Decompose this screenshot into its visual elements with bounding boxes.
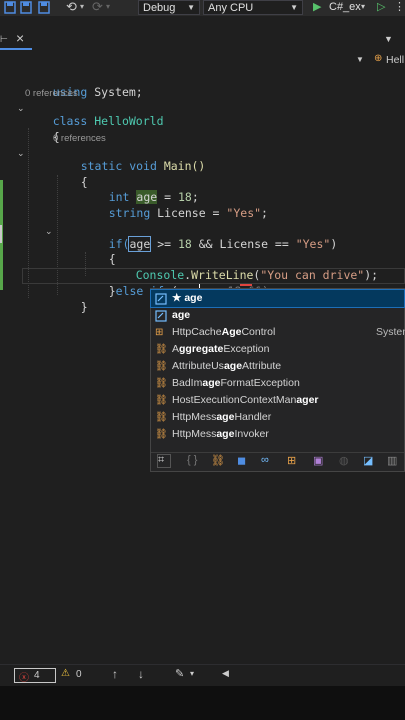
screen-bottom-area [0,686,405,720]
document-tab-strip: ⊢ × ▼ [0,16,405,51]
completion-filter-bar: ⌗ { } ⛓ ◼ ∞ ⊞ ▣ ◍ ◪ ▥ [151,452,404,472]
warning-icon[interactable]: ⚠ [61,668,70,679]
completion-item-namespace: Systen [376,326,405,338]
class-selector[interactable]: Hell [386,54,404,66]
platform-value: Any CPU [208,2,254,14]
tab-pin-icon[interactable]: ⊢ [0,34,8,45]
save-copy-icon[interactable] [38,1,50,14]
completion-item-age[interactable]: age [151,307,404,324]
scroll-left-icon[interactable]: ◀ [222,668,229,679]
struct-filter-icon[interactable]: ◼ [237,454,249,467]
completion-item[interactable]: ⛓ AttributeUsageAttribute [151,358,404,375]
save-all-icon[interactable] [20,1,32,14]
delegate-filter-icon[interactable]: ∞ [261,454,273,466]
completion-item[interactable]: ⛓ HttpMessageHandler [151,409,404,426]
class-icon: ⊕ [374,53,383,64]
completion-item-label: age [172,309,191,321]
undo-icon[interactable]: ⟲ [66,0,77,15]
code-line: } [80,300,88,314]
class-icon: ⛓ [155,395,168,406]
next-issue-icon[interactable]: ↓ [138,667,144,681]
completion-item-starred-age[interactable]: ★ age [150,289,405,308]
error-icon: ⓧ [19,673,29,684]
local-variable-icon [155,293,167,305]
start-without-debugging-icon[interactable]: ▷ [377,0,385,13]
chevron-down-icon: ▼ [290,3,298,12]
class-icon: ⛓ [155,412,168,423]
redo-icon[interactable]: ⟳ [92,0,103,15]
completion-item[interactable]: ⛓ AggregateException [151,341,404,358]
class-filter-icon[interactable]: ⛓ [211,454,225,467]
code-lens-references[interactable]: 0 references [25,88,78,99]
solution-config-value: Debug [143,2,176,14]
tab-list-dropdown-icon[interactable]: ▼ [384,34,393,44]
solution-config-select[interactable]: Debug ▼ [138,0,200,15]
error-squiggle [240,284,252,286]
class-icon: ⛓ [155,344,168,355]
undo-dropdown-icon[interactable]: ▾ [80,2,84,11]
interface-filter-icon[interactable]: ◍ [339,454,351,467]
class-icon: ⛓ [155,429,168,440]
chevron-down-icon: ▼ [187,3,195,12]
fold-toggle-icon[interactable]: ⌄ [17,148,25,159]
play-icon: ▶ [313,1,322,13]
save-icon[interactable] [4,1,16,14]
main-toolbar: ⟲ ▾ ⟳ ▾ Debug ▼ Any CPU ▼ ▶ C#_ex ▾ ▷ ⋮ [0,0,405,16]
start-target-label: C#_ex [329,1,361,13]
intellisense-completion-list[interactable]: ★ age age ⊞ HttpCacheAgeControl Systen ⛓… [150,288,405,472]
local-filter-icon[interactable]: ◪ [363,454,375,467]
error-count-button[interactable]: ⓧ 4 [14,668,56,684]
completion-item[interactable]: ⛓ HostExecutionContextManager [151,392,404,409]
enum-icon: ⊞ [155,327,164,338]
redo-dropdown-icon[interactable]: ▾ [106,2,110,11]
expand-filter-icon[interactable]: ⌗ [157,454,171,468]
fold-toggle-icon[interactable]: ⌄ [17,103,25,114]
module-filter-icon[interactable]: ▣ [313,454,325,467]
warning-count[interactable]: 0 [76,669,82,680]
editor-status-bar: ⓧ 4 ⚠ 0 ↑ ↓ ✎ ▾ ◀ [0,664,405,687]
completion-item[interactable]: ⛓ BadImageFormatException [151,375,404,392]
navigation-bar: ▼ ⊕ Hell [0,50,405,71]
class-icon: ⛓ [155,378,168,389]
member-dropdown-icon[interactable]: ▼ [356,55,364,64]
chevron-down-icon[interactable]: ▾ [190,669,194,678]
error-count: 4 [34,670,40,681]
toolbar-overflow-icon[interactable]: ⋮ [394,0,405,13]
enum-filter-icon[interactable]: ⊞ [287,454,299,467]
completion-item[interactable]: ⊞ HttpCacheAgeControl Systen [151,324,405,341]
start-button[interactable]: ▶ C#_ex ▾ [311,0,371,15]
class-icon: ⛓ [155,361,168,372]
namespace-filter-icon[interactable]: { } [187,454,199,466]
completion-item[interactable]: ⛓ HttpMessageInvoker [151,426,404,443]
fold-toggle-icon[interactable]: ⌄ [45,226,53,237]
code-cleanup-icon[interactable]: ✎ [175,667,184,680]
previous-issue-icon[interactable]: ↑ [112,667,118,681]
keyword-filter-icon[interactable]: ▥ [387,454,399,467]
code-lens-references[interactable]: 0 references [53,133,106,144]
completion-item-label: ★ age [172,292,203,304]
change-indicator [0,225,2,243]
platform-select[interactable]: Any CPU ▼ [203,0,303,15]
local-variable-icon [155,310,167,322]
chevron-down-icon: ▾ [361,2,366,11]
tab-close-button[interactable]: × [16,30,24,46]
